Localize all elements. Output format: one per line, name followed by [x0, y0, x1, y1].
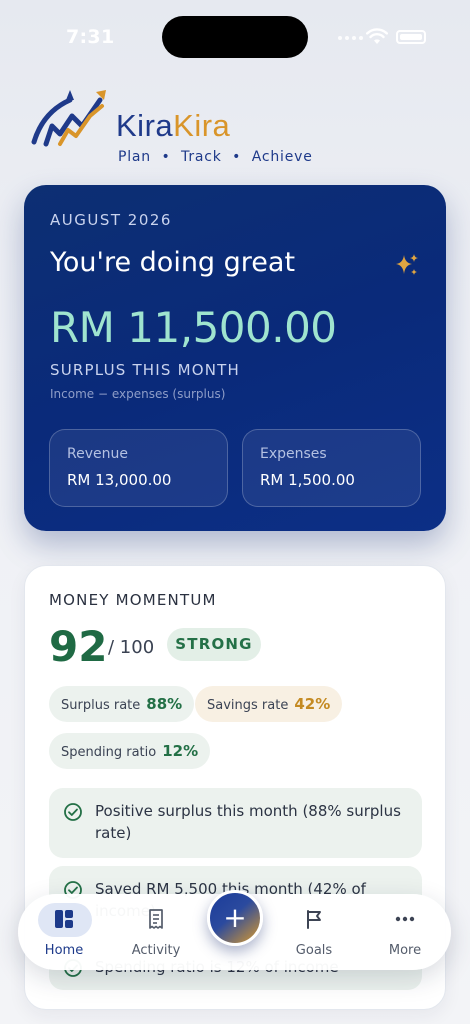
summary-card[interactable]: AUGUST 2026 You're doing great RM 11,500… [24, 185, 446, 531]
pill-label: Spending ratio [61, 745, 157, 760]
pill-label: Surplus rate [61, 698, 141, 713]
home-grid-icon [55, 910, 73, 928]
expenses-value: RM 1,500.00 [260, 471, 355, 489]
tab-goals[interactable]: Goals [274, 894, 354, 970]
receipt-icon [149, 909, 163, 929]
momentum-score: 92 [49, 622, 108, 671]
status-time: 7:31 [66, 26, 115, 48]
surplus-label: SURPLUS THIS MONTH [50, 361, 241, 379]
expenses-label: Expenses [260, 446, 327, 462]
plus-icon: + [223, 901, 247, 934]
cellular-signal-icon [338, 36, 363, 40]
more-dots-icon [395, 916, 415, 922]
status-badge: STRONG [167, 628, 261, 661]
check-circle-icon [64, 803, 82, 821]
tab-activity[interactable]: Activity [116, 894, 196, 970]
tab-more[interactable]: More [365, 894, 445, 970]
tab-label: Goals [295, 943, 333, 958]
tab-label: Home [44, 943, 84, 958]
revenue-card[interactable]: Revenue RM 13,000.00 [49, 429, 228, 507]
month-label: AUGUST 2026 [50, 211, 172, 229]
status-bar: 7:31 [0, 0, 470, 70]
surplus-rate-pill: Surplus rate 88% [49, 686, 195, 722]
expenses-card[interactable]: Expenses RM 1,500.00 [242, 429, 421, 507]
add-transaction-button[interactable]: + [207, 890, 263, 946]
tab-label: More [388, 943, 422, 958]
tab-home[interactable]: Home [24, 894, 104, 970]
pill-value: 42% [294, 695, 331, 713]
surplus-note: Income − expenses (surplus) [50, 387, 226, 401]
sparkle-icon [396, 254, 418, 275]
brand-name: KiraKira [116, 108, 231, 143]
brand-tagline: Plan • Track • Achieve [118, 149, 313, 165]
revenue-label: Revenue [67, 446, 128, 462]
insight-item: Positive surplus this month (88% surplus… [49, 788, 422, 858]
hero-title: You're doing great [50, 247, 296, 278]
spending-ratio-pill: Spending ratio 12% [49, 733, 211, 769]
brand-logo: KiraKira Plan • Track • Achieve [30, 86, 312, 166]
savings-rate-pill: Savings rate 42% [195, 686, 343, 722]
pill-value: 12% [162, 742, 199, 760]
surplus-amount: RM 11,500.00 [50, 303, 337, 352]
battery-icon [396, 30, 426, 44]
momentum-title: MONEY MOMENTUM [49, 591, 217, 609]
tab-label: Activity [131, 943, 181, 958]
pill-label: Savings rate [207, 698, 289, 713]
logo-mark-icon [31, 90, 106, 147]
revenue-value: RM 13,000.00 [67, 471, 172, 489]
flag-icon [307, 910, 321, 929]
wifi-icon [366, 28, 388, 44]
dynamic-island [162, 16, 308, 58]
insight-text: Positive surplus this month (88% surplus… [95, 802, 401, 842]
momentum-score-max: / 100 [108, 637, 155, 658]
pill-value: 88% [146, 695, 183, 713]
